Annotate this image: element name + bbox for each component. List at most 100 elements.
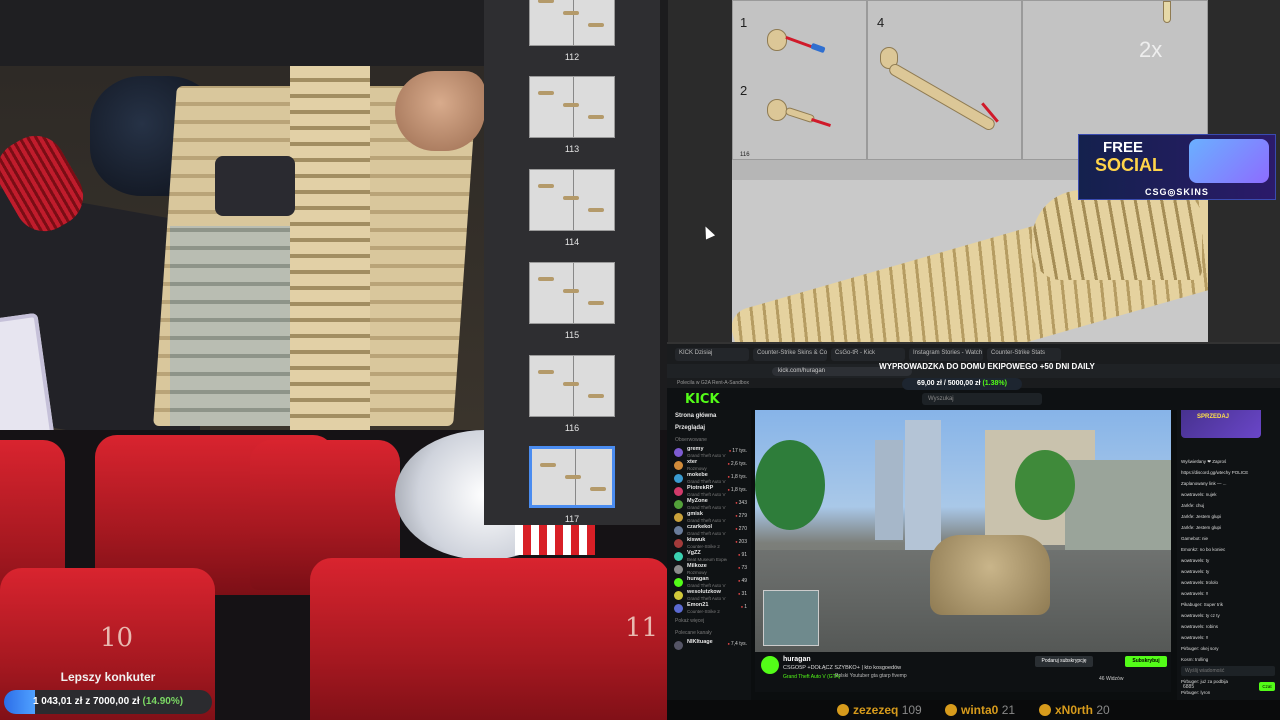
chat-message: wowtravels: !! — [1181, 635, 1209, 640]
avatar — [674, 526, 683, 535]
page-thumbnail[interactable]: 112 — [529, 0, 615, 62]
seat-number: 11 — [625, 613, 659, 643]
sidebar-channel[interactable]: mokebeGrand Theft Auto V1,8 tys. — [667, 472, 751, 485]
webcam-feed — [0, 66, 484, 430]
page-thumbnail[interactable]: 114 — [529, 169, 615, 247]
goal-current: 1 043,01 zł — [32, 696, 83, 707]
browser-tab[interactable]: Instagram Stories - Watch — [909, 348, 983, 361]
chat-message: Pikabuger: Super trik — [1181, 602, 1224, 607]
leaderboard-name: winta0 — [961, 703, 999, 717]
channel-category: Counter-Strike 2 — [687, 609, 720, 614]
channel-category: Rozmowy — [687, 570, 707, 575]
sidebar-channel[interactable]: MyZoneGrand Theft Auto V343 — [667, 498, 751, 511]
avatar — [674, 641, 683, 650]
chat-message: wowtravels: trololo — [1181, 580, 1219, 585]
sponsor-ad[interactable]: FREE SOCIAL CSG◎SKINS — [1078, 134, 1276, 200]
avatar — [674, 565, 683, 574]
page-thumbnail[interactable]: 116 — [529, 355, 615, 433]
sidebar-channel[interactable]: wesolutzkowGrand Theft Auto V31 — [667, 589, 751, 602]
sidebar-channel[interactable]: gmiskGrand Theft Auto V279 — [667, 511, 751, 524]
avatar — [674, 591, 683, 600]
chat-promo-banner[interactable]: SPRZEDAJ — [1181, 410, 1261, 438]
stream-overlay-screen: 10 11 Lepszy konkuter 1 043,01 zł z 7000… — [0, 0, 1280, 720]
channel-category: Rozmowy — [687, 466, 707, 471]
browser-tab[interactable]: Counter-Strike Skins & Cosmetics — [753, 348, 827, 361]
channel-category: Grand Theft Auto V — [687, 518, 726, 523]
chat-message: Jarkfe: Jestem glupi — [1181, 514, 1222, 519]
streamer-avatar[interactable] — [761, 656, 779, 674]
thumbnail-image — [529, 262, 615, 324]
tree — [755, 440, 825, 530]
page-number: 116 — [740, 152, 750, 158]
step-number: 4 — [877, 15, 885, 30]
browser-tab[interactable]: CsGo-tR - Kick — [831, 348, 905, 361]
channel-category: Grand Theft Auto V — [687, 596, 726, 601]
sidebar-channel[interactable]: huraganGrand Theft Auto V49 — [667, 576, 751, 589]
leaderboard-score: 109 — [901, 703, 922, 717]
banner-goal-amount: 69,00 zł / 5000,00 zł — [917, 380, 981, 387]
avatar — [674, 487, 683, 496]
game-minimap — [763, 590, 819, 646]
chat-message: Jarkfe: Jestem glupi — [1181, 525, 1222, 530]
chat-message: wowtravels: ty — [1181, 558, 1210, 563]
channel-viewers: 203 — [735, 539, 747, 545]
kick-logo[interactable]: KICK — [685, 392, 720, 407]
channel-category: Grand Theft Auto V — [687, 583, 726, 588]
chat-input[interactable]: Wyślij wiadomość — [1181, 666, 1275, 676]
search-input[interactable]: Wyszukaj — [922, 393, 1042, 405]
sidebar-channel[interactable]: MilkozeRozmowy73 — [667, 563, 751, 576]
browser-tab[interactable]: KICK Dzisiaj — [675, 348, 749, 361]
channel-viewers: 279 — [735, 513, 747, 519]
chat-message: Zaplanowany link — ... — [1181, 481, 1227, 486]
sidebar-channel[interactable]: PiotrekRPGrand Theft Auto V1,8 tys. — [667, 485, 751, 498]
subscribe-button[interactable]: Subskrybuj — [1125, 656, 1167, 667]
avatar — [674, 552, 683, 561]
sidebar-channel[interactable]: Emon21Counter-Strike 21 — [667, 602, 751, 615]
channel-viewers: 1,8 tys. — [727, 474, 747, 480]
nav-browse[interactable]: Przeglądaj — [667, 422, 751, 434]
thumbnail-page-number: 115 — [564, 330, 580, 340]
show-more-link[interactable]: Pokaż więcej — [667, 615, 751, 627]
sidebar-channel[interactable]: czarkekolGrand Theft Auto V270 — [667, 524, 751, 537]
browser-tab[interactable]: Counter-Strike Stats — [987, 348, 1061, 361]
avatar — [674, 448, 683, 457]
page-thumbnail[interactable]: 117 — [529, 446, 615, 524]
avatar — [674, 539, 683, 548]
page-thumbnail[interactable]: 115 — [529, 262, 615, 340]
recommended-channel[interactable]: NIKItuage 7,4 tys. — [667, 639, 751, 652]
leaderboard-entry: xN0rth 20 — [1039, 703, 1110, 717]
discord-box-icon — [1189, 139, 1269, 183]
stream-category[interactable]: Grand Theft Auto V (GTA) — [783, 674, 840, 680]
building — [875, 440, 903, 540]
streamer-name[interactable]: huragan — [783, 656, 811, 663]
channel-category: Beat Museum Expedition — [687, 557, 727, 562]
chat-message: https://discord.gg/wtechy POLICE — [1181, 470, 1249, 475]
red-axle — [811, 117, 831, 128]
leaderboard-entry: zezezeq 109 — [837, 703, 922, 717]
channel-category: Grand Theft Auto V — [687, 453, 726, 458]
donation-goal-widget: Lepszy konkuter 1 043,01 zł z 7000,00 zł… — [0, 668, 216, 720]
chat-message: wowtravels: nujek — [1181, 492, 1217, 497]
nav-home[interactable]: Strona główna — [667, 410, 751, 422]
sidebar-channel[interactable]: gremyGrand Theft Auto V17 tys. — [667, 446, 751, 459]
sidebar-channel[interactable]: kiswukCounter-Strike 2203 — [667, 537, 751, 550]
step-panel-1-2: 1 2 — [732, 0, 867, 160]
thumbnail-image — [529, 446, 615, 508]
thumbnail-image — [529, 0, 615, 46]
channel-viewers: 73 — [738, 565, 747, 571]
channel-viewers: 31 — [738, 591, 747, 597]
lego-model-eye — [215, 156, 295, 216]
gift-sub-button[interactable]: Podaruj subskrypcję — [1035, 656, 1093, 667]
avatar — [674, 461, 683, 470]
channel-category: Counter-Strike 2 — [687, 544, 720, 549]
sidebar-channel[interactable]: xterRozmowy2,6 tys. — [667, 459, 751, 472]
chat-send-button[interactable]: Czat — [1259, 682, 1275, 691]
stream-video-player[interactable] — [755, 410, 1171, 652]
leaderboard-entry: winta0 21 — [945, 703, 1015, 717]
top-dark-strip — [0, 0, 484, 66]
sidebar-channel[interactable]: VgZZBeat Museum Expedition91 — [667, 550, 751, 563]
chat-message: Wyświetlany ❤ Zaproś — [1181, 459, 1227, 464]
page-thumbnail[interactable]: 113 — [529, 76, 615, 154]
goal-separator: z — [85, 696, 91, 707]
banner-goal-percent: (1.38%) — [982, 380, 1007, 387]
